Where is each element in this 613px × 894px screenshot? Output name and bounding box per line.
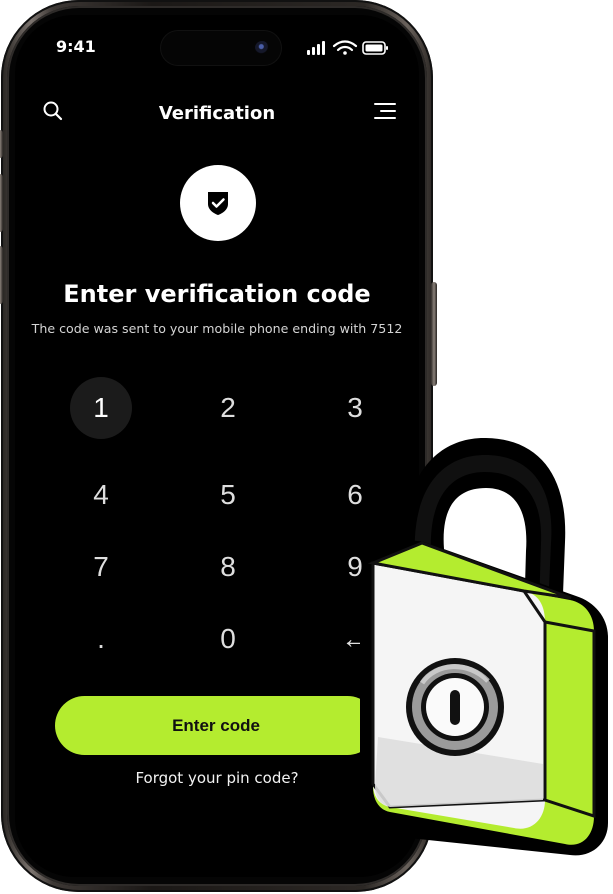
keypad-key-5[interactable]: 5: [197, 464, 259, 526]
keypad-key-1[interactable]: 1: [70, 377, 132, 439]
menu-button[interactable]: [371, 98, 399, 126]
signal-icon: [307, 41, 325, 55]
shield-check-icon: [208, 192, 228, 215]
enter-code-button[interactable]: Enter code: [55, 696, 377, 755]
phone-volume-down-button: [0, 246, 3, 304]
verification-heading: Enter verification code: [63, 280, 371, 308]
verification-description: The code was sent to your mobile phone e…: [31, 321, 403, 336]
wifi-icon: [332, 40, 358, 55]
camera-icon: [255, 41, 269, 55]
keypad-key-dot[interactable]: .: [70, 608, 132, 670]
keypad-key-2[interactable]: 2: [197, 377, 259, 439]
keypad-key-0[interactable]: 0: [197, 608, 259, 670]
phone-action-button: [0, 130, 3, 158]
keypad-key-4[interactable]: 4: [70, 464, 132, 526]
status-time: 9:41: [56, 37, 96, 56]
battery-icon: [362, 41, 388, 55]
verification-mockup: 9:41 Verification Enter verification cod…: [0, 0, 613, 894]
phone-power-button: [431, 282, 437, 386]
padlock-icon: [360, 437, 608, 856]
menu-icon: [374, 103, 396, 119]
page-title: Verification: [158, 103, 276, 124]
keypad-key-8[interactable]: 8: [197, 536, 259, 598]
shield-badge: [180, 165, 256, 241]
status-icons: [307, 40, 388, 55]
dynamic-island: [160, 30, 282, 66]
phone-volume-up-button: [0, 174, 3, 232]
keypad-key-7[interactable]: 7: [70, 536, 132, 598]
